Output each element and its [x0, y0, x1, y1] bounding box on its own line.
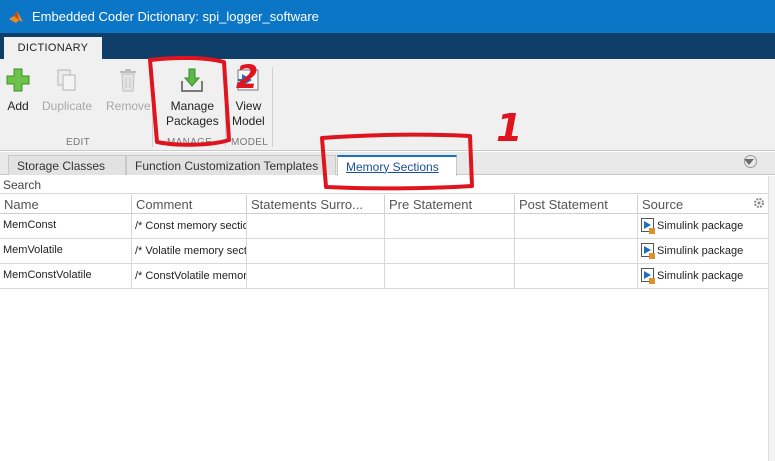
toolstrip-separator [152, 67, 153, 147]
cell-statements[interactable] [247, 264, 385, 288]
tab-memory-sections[interactable]: Memory Sections [337, 155, 457, 176]
cell-comment[interactable]: /* Volatile memory section */ [132, 239, 247, 263]
trash-icon [120, 69, 137, 92]
cell-source[interactable]: Simulink package [638, 214, 768, 238]
add-label: Add [7, 99, 29, 113]
plus-icon [6, 68, 30, 92]
source-text: Simulink package [657, 220, 744, 232]
duplicate-label: Duplicate [42, 99, 93, 113]
cell-name[interactable]: MemVolatile [0, 239, 132, 263]
column-header-source[interactable]: Source [638, 195, 768, 213]
annotation-number-one: 1 [496, 106, 523, 150]
table-row[interactable]: MemConstVolatile /* ConstVolatile memory… [0, 264, 768, 289]
cell-post-statement[interactable] [515, 214, 638, 238]
cell-name[interactable]: MemConstVolatile [0, 264, 132, 288]
source-text: Simulink package [657, 245, 744, 257]
tab-function-customization-templates[interactable]: Function Customization Templates [126, 155, 336, 175]
table-row[interactable]: MemConst /* Const memory section */ Simu… [0, 214, 768, 239]
window-title: Embedded Coder Dictionary: spi_logger_so… [32, 9, 319, 24]
cell-post-statement[interactable] [515, 264, 638, 288]
simulink-package-icon [641, 218, 655, 234]
column-header-pre-statement[interactable]: Pre Statement [385, 195, 515, 213]
chevron-down-icon [744, 159, 754, 165]
manage-label-1: Manage [170, 99, 215, 113]
cell-source[interactable]: Simulink package [638, 239, 768, 263]
manage-label-2: Packages [166, 114, 219, 128]
annotation-number-two: 2 [236, 58, 259, 96]
simulink-package-icon [641, 243, 655, 259]
cell-post-statement[interactable] [515, 239, 638, 263]
column-header-post-statement[interactable]: Post Statement [515, 195, 638, 213]
source-text: Simulink package [657, 270, 744, 282]
add-button[interactable]: Add [6, 67, 30, 114]
memory-sections-table: Name Comment Statements Surro... Pre Sta… [0, 195, 768, 289]
table-header: Name Comment Statements Surro... Pre Sta… [0, 195, 768, 214]
remove-button[interactable]: Remove [106, 67, 151, 114]
cell-pre-statement[interactable] [385, 264, 515, 288]
toolstrip-separator [225, 67, 226, 147]
duplicate-icon [57, 69, 76, 91]
app-window: Embedded Coder Dictionary: spi_logger_so… [0, 0, 775, 461]
cell-name[interactable]: MemConst [0, 214, 132, 238]
title-bar: Embedded Coder Dictionary: spi_logger_so… [0, 0, 775, 33]
view-label-2: Model [232, 114, 265, 128]
column-header-statements[interactable]: Statements Surro... [247, 195, 385, 213]
column-header-name[interactable]: Name [0, 195, 132, 213]
column-header-source-label: Source [642, 196, 684, 212]
cell-statements[interactable] [247, 214, 385, 238]
manage-packages-button[interactable]: Manage Packages [166, 67, 219, 129]
ribbon-tab-strip: DICTIONARY [0, 33, 775, 59]
document-tabs: Storage Classes Function Customization T… [0, 152, 775, 176]
download-package-icon [181, 68, 204, 92]
tab-storage-classes[interactable]: Storage Classes [8, 155, 126, 175]
vertical-scrollbar[interactable] [768, 176, 775, 461]
cell-statements[interactable] [247, 239, 385, 263]
remove-label: Remove [106, 99, 151, 113]
toolstrip-separator [272, 67, 273, 147]
tab-dictionary[interactable]: DICTIONARY [4, 37, 102, 59]
cell-comment[interactable]: /* ConstVolatile memory section */ [132, 264, 247, 288]
section-label-edit: EDIT [66, 137, 90, 148]
simulink-package-icon [641, 268, 655, 284]
duplicate-button[interactable]: Duplicate [42, 67, 92, 114]
view-label-1: View [235, 99, 262, 113]
cell-comment[interactable]: /* Const memory section */ [132, 214, 247, 238]
column-header-comment[interactable]: Comment [132, 195, 247, 213]
cell-source[interactable]: Simulink package [638, 264, 768, 288]
toolstrip: Add Duplicate Remove Manage Packages Vie… [0, 59, 775, 151]
search-input[interactable] [0, 176, 768, 194]
gear-icon[interactable] [753, 197, 765, 209]
matlab-logo-icon [9, 10, 23, 23]
cell-pre-statement[interactable] [385, 214, 515, 238]
section-label-manage: MANAGE [167, 137, 213, 148]
table-row[interactable]: MemVolatile /* Volatile memory section *… [0, 239, 768, 264]
cell-pre-statement[interactable] [385, 239, 515, 263]
section-label-model: MODEL [231, 137, 269, 148]
